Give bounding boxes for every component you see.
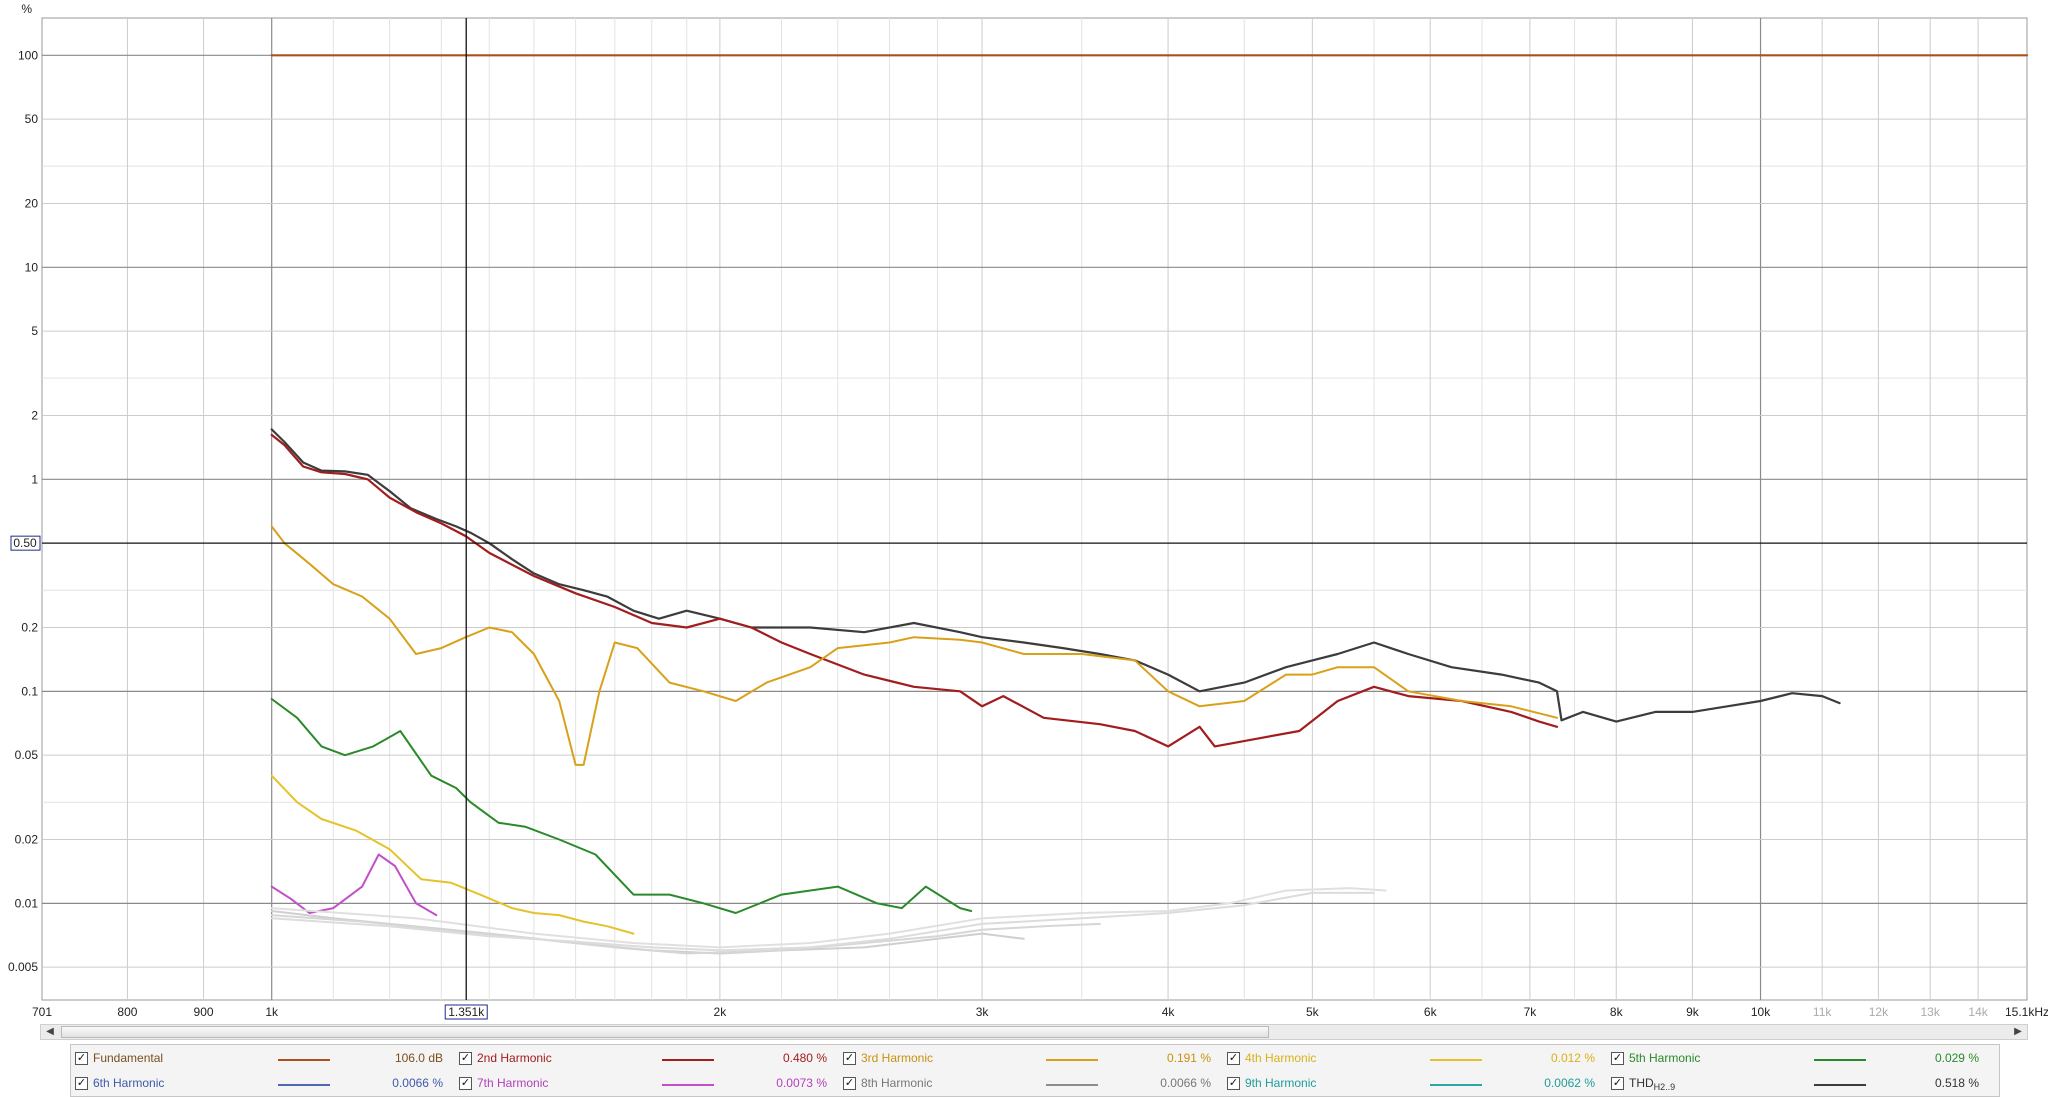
cursor-y-label: 0.50 <box>13 536 37 550</box>
legend-swatch <box>1430 1084 1482 1086</box>
x-tick-label: 800 <box>117 1005 137 1019</box>
legend-item[interactable]: ✓ Fundamental 106.0 dB <box>71 1047 455 1071</box>
legend-checkbox[interactable]: ✓ <box>75 1077 88 1090</box>
legend-value: 0.191 % <box>1166 1051 1211 1065</box>
legend-label: 5th Harmonic <box>1629 1051 1701 1065</box>
legend-panel: ✓ Fundamental 106.0 dB ✓ 2nd Harmonic 0.480 %… <box>70 1044 2000 1097</box>
legend-item[interactable]: ✓ 7th Harmonic 0.0073 % <box>455 1072 839 1096</box>
legend-swatch <box>662 1084 714 1086</box>
legend-item[interactable]: ✓ 3rd Harmonic 0.191 % <box>839 1047 1223 1071</box>
x-tick-label: 6k <box>1424 1005 1438 1019</box>
legend-item[interactable]: ✓ 4th Harmonic 0.012 % <box>1223 1047 1607 1071</box>
legend-label: Fundamental <box>93 1051 164 1065</box>
legend-label: 3rd Harmonic <box>861 1051 934 1065</box>
legend-label: 2nd Harmonic <box>477 1051 552 1065</box>
x-tick-label: 701 <box>32 1005 52 1019</box>
x-tick-label: 13k <box>1920 1005 1940 1019</box>
legend-swatch <box>278 1084 330 1086</box>
legend-checkbox[interactable]: ✓ <box>1611 1077 1624 1090</box>
scrollbar-thumb[interactable] <box>61 1026 1269 1038</box>
legend-row: ✓ Fundamental 106.0 dB ✓ 2nd Harmonic 0.480 %… <box>71 1047 1999 1071</box>
y-tick-label: 0.005 <box>8 960 38 974</box>
scroll-left-icon[interactable]: ◀ <box>43 1025 57 1039</box>
legend-value: 0.0073 % <box>776 1076 827 1090</box>
plot-frame <box>41 17 2028 1001</box>
y-tick-label: 0.05 <box>15 748 39 762</box>
x-tick-label: 9k <box>1686 1005 1700 1019</box>
x-tick-label: 1k <box>265 1005 279 1019</box>
legend-item[interactable]: ✓ 5th Harmonic 0.029 % <box>1607 1047 1991 1071</box>
legend-value: 0.0062 % <box>1544 1076 1595 1090</box>
legend-swatch <box>1046 1059 1098 1061</box>
x-tick-label: 14k <box>1968 1005 1988 1019</box>
legend-swatch <box>662 1059 714 1061</box>
y-tick-label: 2 <box>31 409 38 423</box>
legend-label: 9th Harmonic <box>1245 1076 1317 1090</box>
legend-label: 8th Harmonic <box>861 1076 933 1090</box>
scroll-right-icon[interactable]: ▶ <box>2011 1025 2025 1039</box>
legend-label: 6th Harmonic <box>93 1076 165 1090</box>
cursor-x-label: 1.351k <box>448 1005 485 1019</box>
legend-label: 7th Harmonic <box>477 1076 549 1090</box>
legend-label: THDH2..9 <box>1629 1076 1676 1092</box>
y-tick-label: 50 <box>25 112 39 126</box>
legend-swatch <box>278 1059 330 1061</box>
x-tick-label: 7k <box>1524 1005 1538 1019</box>
legend-checkbox[interactable]: ✓ <box>459 1077 472 1090</box>
y-tick-label: 0.2 <box>21 621 38 635</box>
horizontal-scrollbar[interactable]: ◀ ▶ <box>40 1024 2028 1040</box>
legend-checkbox[interactable]: ✓ <box>1227 1052 1240 1065</box>
x-tick-label: 12k <box>1869 1005 1889 1019</box>
y-tick-label: 0.1 <box>21 684 38 698</box>
distortion-chart[interactable]: 701 800 900 1k 2k 3k 4k 5k 6k 7k 8k 9k 10k 11k 12k 13k 1… <box>0 0 2048 1020</box>
x-tick-label: 11k <box>1813 1005 1832 1019</box>
legend-item[interactable]: ✓ THDH2..9 0.518 % <box>1607 1072 1991 1096</box>
y-tick-label: 5 <box>31 324 38 338</box>
y-tick-label: 10 <box>25 260 39 274</box>
legend-swatch <box>1430 1059 1482 1061</box>
y-tick-label: 100 <box>18 48 38 62</box>
x-tick-label: 900 <box>194 1005 214 1019</box>
legend-checkbox[interactable]: ✓ <box>1611 1052 1624 1065</box>
legend-value: 0.480 % <box>782 1051 827 1065</box>
x-tick-label: 10k <box>1751 1005 1771 1019</box>
legend-value: 0.0066 % <box>1160 1076 1211 1090</box>
legend-swatch <box>1046 1084 1098 1086</box>
legend-item[interactable]: ✓ 2nd Harmonic 0.480 % <box>455 1047 839 1071</box>
legend-item[interactable]: ✓ 8th Harmonic 0.0066 % <box>839 1072 1223 1096</box>
y-tick-label: 0.02 <box>15 833 39 847</box>
legend-row: ✓ 6th Harmonic 0.0066 % ✓ 7th Harmonic 0.0073… <box>71 1072 1999 1096</box>
legend-value: 0.0066 % <box>392 1076 443 1090</box>
legend-checkbox[interactable]: ✓ <box>843 1052 856 1065</box>
x-tick-label: 3k <box>976 1005 990 1019</box>
x-tick-label: 4k <box>1162 1005 1176 1019</box>
y-axis-label: % <box>21 2 32 16</box>
x-tick-label: 15.1kHz <box>2005 1005 2048 1019</box>
legend-checkbox[interactable]: ✓ <box>843 1077 856 1090</box>
legend-value: 0.012 % <box>1550 1051 1595 1065</box>
x-tick-label: 8k <box>1610 1005 1624 1019</box>
y-tick-label: 20 <box>25 197 39 211</box>
legend-swatch <box>1814 1059 1866 1061</box>
x-tick-label: 5k <box>1306 1005 1320 1019</box>
chart-area[interactable]: 701 800 900 1k 2k 3k 4k 5k 6k 7k 8k 9k 10k 11k 12k 13k 1… <box>0 0 2048 1040</box>
legend-checkbox[interactable]: ✓ <box>1227 1077 1240 1090</box>
legend-checkbox[interactable]: ✓ <box>459 1052 472 1065</box>
y-tick-label: 1 <box>31 472 38 486</box>
legend-value: 0.518 % <box>1934 1076 1979 1090</box>
legend-label: 4th Harmonic <box>1245 1051 1317 1065</box>
legend-value: 0.029 % <box>1934 1051 1979 1065</box>
x-tick-label: 2k <box>714 1005 728 1019</box>
legend-swatch <box>1814 1084 1866 1086</box>
legend-item[interactable]: ✓ 9th Harmonic 0.0062 % <box>1223 1072 1607 1096</box>
legend-checkbox[interactable]: ✓ <box>75 1052 88 1065</box>
legend-item[interactable]: ✓ 6th Harmonic 0.0066 % <box>71 1072 455 1096</box>
legend-value: 106.0 dB <box>394 1051 443 1065</box>
grid <box>41 17 2028 1001</box>
legend-label-subscript: H2..9 <box>1653 1082 1676 1092</box>
y-tick-label: 0.01 <box>15 896 39 910</box>
